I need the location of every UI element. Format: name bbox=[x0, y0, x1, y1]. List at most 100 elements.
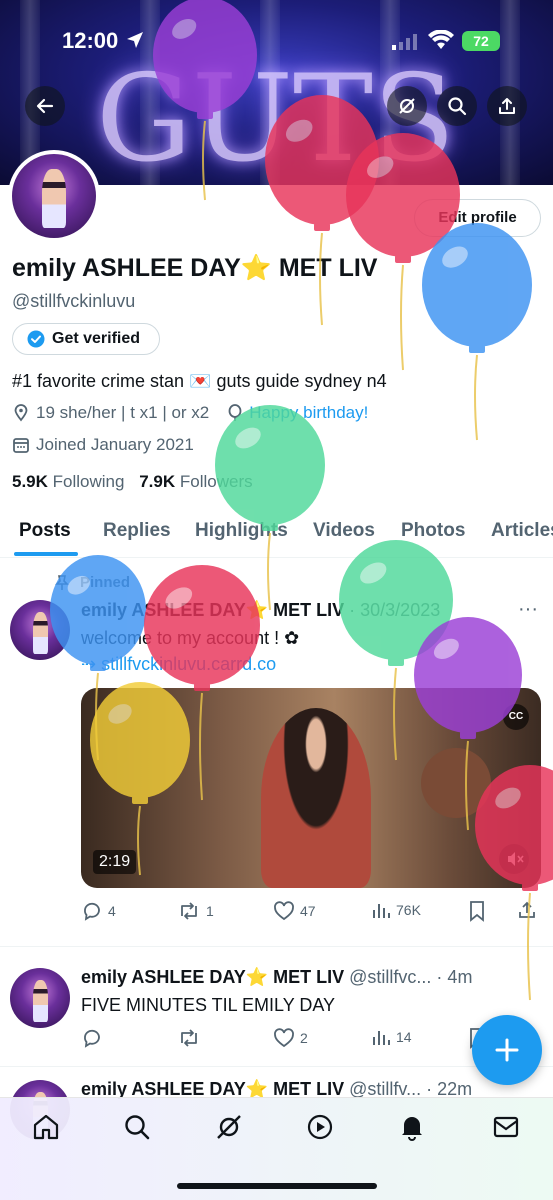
bookmark-icon bbox=[470, 901, 484, 922]
tab-posts[interactable]: Posts bbox=[19, 520, 71, 542]
profile-avatar[interactable] bbox=[8, 150, 100, 242]
balloon bbox=[422, 223, 532, 441]
bookmark-button[interactable] bbox=[468, 900, 486, 922]
post-avatar[interactable] bbox=[10, 968, 70, 1028]
search-button[interactable] bbox=[437, 86, 477, 126]
verified-badge-icon bbox=[27, 330, 45, 348]
view-count: 76K bbox=[396, 902, 421, 918]
home-indicator bbox=[177, 1183, 377, 1189]
home-icon[interactable] bbox=[31, 1112, 61, 1142]
post-actions: 4 1 47 76K bbox=[81, 900, 541, 924]
post-date: · 30/3/2023 bbox=[349, 600, 441, 620]
repost-button[interactable] bbox=[177, 1027, 201, 1049]
views-button[interactable]: 14 bbox=[371, 1027, 412, 1047]
post-header: emily ASHLEE DAY⭐ MET LIV @stillfvc... ·… bbox=[81, 967, 472, 988]
cellular-signal-icon bbox=[392, 34, 417, 50]
follow-stats: 5.9K Following 7.9K Followers bbox=[12, 472, 253, 492]
notifications-icon[interactable] bbox=[397, 1112, 427, 1142]
post-author-name[interactable]: emily ASHLEE DAY⭐ MET LIV bbox=[81, 967, 344, 987]
following-link[interactable]: 5.9K Following bbox=[12, 472, 124, 491]
heart-icon bbox=[274, 1028, 294, 1048]
views-button[interactable]: 76K bbox=[371, 900, 421, 920]
reply-icon bbox=[84, 1029, 100, 1048]
reply-button[interactable]: 4 bbox=[81, 900, 116, 922]
active-tab-indicator bbox=[14, 552, 78, 556]
post-divider bbox=[0, 946, 553, 947]
profile-joined-row: Joined January 2021 bbox=[12, 435, 194, 455]
reply-button[interactable] bbox=[81, 1027, 103, 1049]
video-background-prop bbox=[421, 748, 491, 818]
location-pin-icon bbox=[14, 404, 28, 422]
explore-icon[interactable] bbox=[122, 1112, 152, 1142]
display-name: emily ASHLEE DAY⭐ MET LIV bbox=[12, 254, 378, 282]
like-count: 2 bbox=[300, 1030, 308, 1046]
post-header: emily ASHLEE DAY⭐ MET LIV · 30/3/2023 bbox=[81, 600, 440, 621]
video-icon[interactable] bbox=[305, 1112, 335, 1142]
followers-count: 7.9K bbox=[139, 472, 176, 491]
heart-icon bbox=[274, 901, 294, 921]
post-text: welcome to my account ! ✿ bbox=[81, 628, 300, 648]
post-text: FIVE MINUTES TIL EMILY DAY bbox=[81, 995, 336, 1015]
share-icon bbox=[519, 901, 535, 918]
video-subject bbox=[261, 708, 371, 888]
share-button[interactable] bbox=[487, 86, 527, 126]
repost-button[interactable]: 1 bbox=[177, 900, 214, 922]
pin-icon bbox=[55, 575, 69, 590]
following-label: Following bbox=[52, 472, 125, 491]
tab-articles[interactable]: Articles bbox=[491, 520, 553, 542]
tab-highlights[interactable]: Highlights bbox=[195, 520, 288, 542]
calendar-icon bbox=[13, 438, 29, 453]
post-avatar[interactable] bbox=[10, 600, 70, 660]
profile-location-row: 19 she/her | t x1 | or x2 Happy birthday… bbox=[12, 403, 368, 423]
post-share-button[interactable] bbox=[517, 900, 537, 920]
views-bar-chart-icon bbox=[373, 1031, 390, 1045]
grok-icon bbox=[399, 98, 415, 114]
messages-icon[interactable] bbox=[491, 1112, 521, 1142]
post-author-name[interactable]: emily ASHLEE DAY⭐ MET LIV bbox=[81, 1079, 344, 1099]
compose-post-button[interactable] bbox=[472, 1015, 542, 1085]
wifi-icon bbox=[428, 30, 454, 49]
like-button[interactable]: 47 bbox=[273, 900, 316, 922]
back-button[interactable] bbox=[25, 86, 65, 126]
followers-link[interactable]: 7.9K Followers bbox=[139, 472, 252, 491]
reply-count: 4 bbox=[108, 903, 116, 919]
location-arrow-icon bbox=[127, 32, 143, 48]
profile-location: 19 she/her | t x1 | or x2 bbox=[36, 403, 210, 422]
post-link[interactable]: ⇢ stillfvckinluvu.carrd.co bbox=[81, 654, 276, 675]
battery-indicator: 72 bbox=[462, 31, 500, 51]
edit-profile-button[interactable]: Edit profile bbox=[414, 199, 541, 237]
search-icon bbox=[448, 97, 467, 116]
get-verified-label: Get verified bbox=[52, 330, 141, 347]
post-video[interactable]: 2:19 CC bbox=[81, 688, 541, 888]
profile-bio: #1 favorite crime stan 💌 guts guide sydn… bbox=[12, 371, 387, 391]
views-bar-chart-icon bbox=[373, 904, 390, 918]
tab-videos[interactable]: Videos bbox=[313, 520, 375, 542]
followers-label: Followers bbox=[179, 472, 253, 491]
back-arrow-icon bbox=[36, 98, 54, 114]
balloon-icon bbox=[228, 404, 242, 421]
post-author-name[interactable]: emily ASHLEE DAY⭐ MET LIV bbox=[81, 600, 344, 620]
following-count: 5.9K bbox=[12, 472, 48, 491]
repost-count: 1 bbox=[206, 903, 214, 919]
grok-button[interactable] bbox=[387, 86, 427, 126]
like-button[interactable]: 2 bbox=[273, 1027, 308, 1049]
post-handle-time: @stillfv... · 22m bbox=[349, 1079, 473, 1099]
reply-icon bbox=[84, 902, 100, 921]
tab-photos[interactable]: Photos bbox=[401, 520, 465, 542]
status-time: 12:00 bbox=[62, 28, 119, 53]
repost-icon bbox=[181, 902, 197, 920]
video-duration: 2:19 bbox=[93, 850, 137, 874]
birthday-link[interactable]: Happy birthday! bbox=[249, 403, 368, 423]
profile-joined: Joined January 2021 bbox=[36, 435, 194, 454]
avatar-image bbox=[12, 154, 96, 238]
mute-button[interactable] bbox=[499, 844, 529, 874]
grok-nav-icon[interactable] bbox=[214, 1112, 244, 1142]
speaker-muted-icon bbox=[508, 852, 524, 866]
captions-button[interactable]: CC bbox=[503, 704, 529, 730]
view-count: 14 bbox=[396, 1029, 412, 1045]
get-verified-button[interactable]: Get verified bbox=[12, 323, 160, 355]
post-more-button[interactable]: ··· bbox=[518, 598, 538, 621]
status-bar: 12:00 72 bbox=[0, 0, 553, 84]
profile-handle: @stillfvckinluvu bbox=[12, 291, 136, 311]
tab-replies[interactable]: Replies bbox=[103, 520, 171, 542]
